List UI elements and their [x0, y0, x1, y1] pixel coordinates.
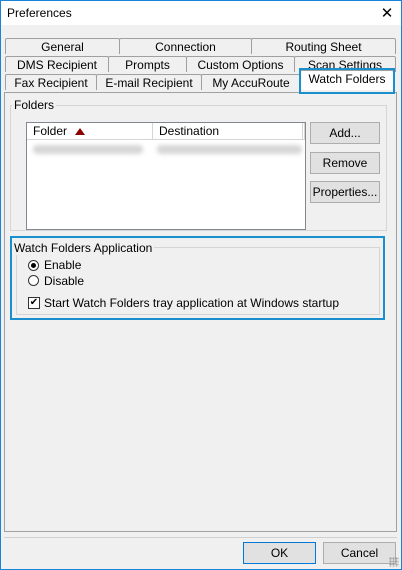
- footer-separator: [4, 537, 397, 538]
- ok-button[interactable]: OK: [243, 542, 316, 564]
- tab-connection[interactable]: Connection: [119, 38, 252, 54]
- tab-dms-recipient[interactable]: DMS Recipient: [5, 56, 109, 72]
- tab-routing-sheet[interactable]: Routing Sheet: [251, 38, 396, 54]
- sort-ascending-icon: [75, 128, 86, 136]
- redacted-destination-cell[interactable]: [157, 145, 302, 154]
- properties-button[interactable]: Properties...: [310, 181, 380, 203]
- column-destination-label: Destination: [159, 124, 220, 138]
- folders-group-label: Folders: [12, 98, 57, 112]
- resize-grip-icon[interactable]: [389, 557, 399, 567]
- tab-fax-recipient[interactable]: Fax Recipient: [5, 74, 97, 90]
- tab-prompts[interactable]: Prompts: [108, 56, 187, 72]
- column-header-destination[interactable]: Destination: [153, 123, 303, 140]
- column-header-folder[interactable]: Folder: [27, 123, 153, 140]
- column-folder-label: Folder: [33, 124, 68, 138]
- watch-folders-app-highlight: [10, 236, 385, 320]
- tab-general[interactable]: General: [5, 38, 120, 54]
- tab-email-recipient[interactable]: E-mail Recipient: [96, 74, 202, 90]
- column-header-filler: [303, 123, 305, 140]
- title-bar: Preferences ✕: [1, 1, 401, 25]
- folders-list[interactable]: Folder Destination: [26, 122, 306, 230]
- cancel-button[interactable]: Cancel: [323, 542, 396, 564]
- preferences-window: Preferences ✕ General Connection Routing…: [0, 0, 402, 570]
- redacted-folder-cell[interactable]: [33, 145, 143, 154]
- remove-button[interactable]: Remove: [310, 152, 380, 174]
- watch-folders-tab-highlight: [299, 68, 395, 94]
- tab-my-accuroute[interactable]: My AccuRoute: [201, 74, 301, 90]
- window-title: Preferences: [7, 6, 72, 20]
- add-button[interactable]: Add...: [310, 122, 380, 144]
- close-icon: ✕: [380, 5, 394, 22]
- close-button[interactable]: ✕: [373, 1, 401, 25]
- tab-custom-options[interactable]: Custom Options: [186, 56, 295, 72]
